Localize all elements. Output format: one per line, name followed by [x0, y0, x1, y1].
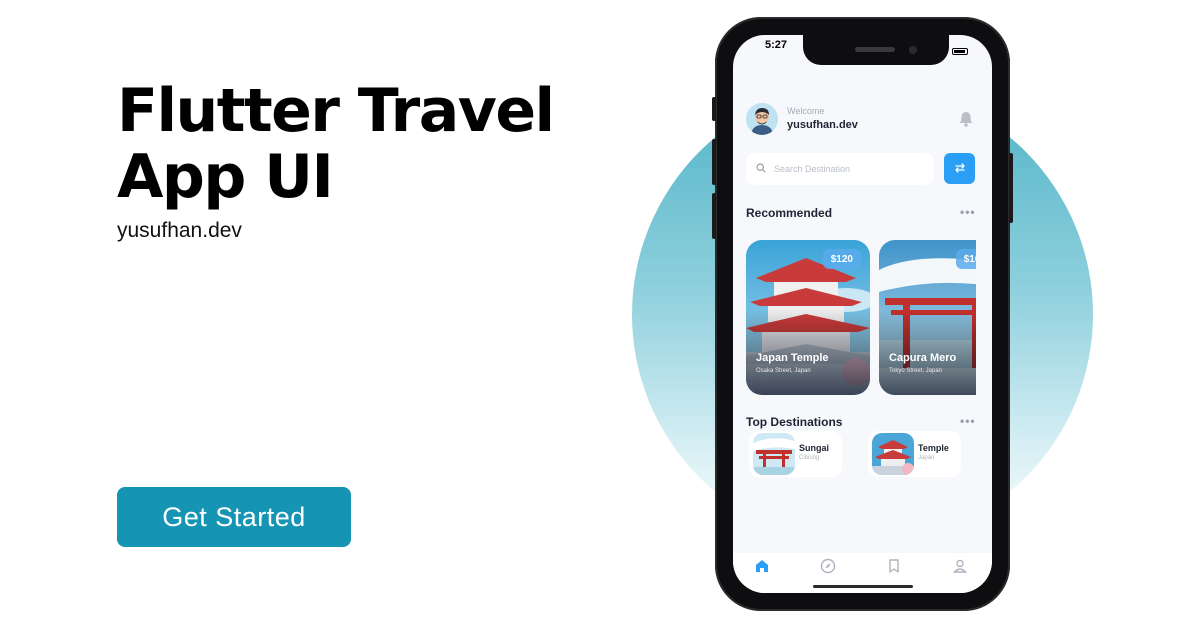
phone-mockup: 5:27 Welcome yusufhan.dev Search Destina… — [712, 17, 1013, 611]
card-title: Capura Mero — [889, 352, 957, 364]
home-icon[interactable] — [753, 557, 771, 575]
destination-subtitle: Japan — [918, 455, 935, 461]
phone-side-button — [712, 97, 716, 121]
profile-icon[interactable] — [951, 557, 969, 575]
search-icon — [756, 160, 766, 178]
destination-thumbnail — [753, 433, 795, 475]
bell-icon[interactable] — [959, 111, 973, 127]
bookmark-icon[interactable] — [885, 557, 903, 575]
recommended-more-button[interactable]: ••• — [960, 205, 976, 219]
destination-card[interactable]: $160 Capura Mero Tokyo Street, Japan — [879, 240, 976, 395]
top-destination-item[interactable]: Sungai Cibiung — [749, 431, 842, 477]
phone-volume-up — [712, 139, 716, 185]
front-camera — [909, 46, 917, 54]
price-badge: $160 — [955, 249, 976, 269]
get-started-button[interactable]: Get Started — [117, 487, 351, 547]
search-input[interactable] — [774, 164, 924, 174]
compass-icon[interactable] — [819, 557, 837, 575]
username: yusufhan.dev — [787, 119, 858, 131]
card-title: Japan Temple — [756, 352, 829, 364]
top-destination-item[interactable]: Temple Japan — [868, 431, 961, 477]
top-destinations-title: Top Destinations — [746, 415, 843, 429]
avatar[interactable] — [746, 103, 778, 135]
destination-name: Sungai — [799, 443, 830, 453]
destination-card[interactable]: $120 Japan Temple Osaka Street, Japan — [746, 240, 870, 395]
recommended-title: Recommended — [746, 206, 833, 220]
card-location: Tokyo Street, Japan — [889, 368, 943, 374]
card-location: Osaka Street, Japan — [756, 368, 811, 374]
search-bar[interactable] — [746, 153, 934, 185]
destination-subtitle: Cibiung — [799, 455, 820, 461]
phone-screen: 5:27 Welcome yusufhan.dev Search Destina… — [733, 35, 992, 593]
destination-name: Temple — [918, 443, 949, 453]
swap-arrows-icon — [954, 160, 966, 178]
filter-button[interactable] — [944, 153, 975, 184]
destination-thumbnail — [872, 433, 914, 475]
battery-icon — [952, 47, 968, 55]
promo-subtitle: yusufhan.dev — [117, 219, 242, 242]
promo-title: Flutter Travel App UI — [117, 76, 555, 212]
price-badge: $120 — [822, 249, 861, 269]
speaker — [855, 47, 895, 52]
phone-volume-down — [712, 193, 716, 239]
top-destinations-more-button[interactable]: ••• — [960, 414, 976, 428]
home-indicator — [813, 585, 913, 588]
recommended-carousel[interactable]: $120 Japan Temple Osaka Street, Japan $1… — [746, 240, 976, 396]
status-time: 5:27 — [765, 39, 788, 51]
welcome-label: Welcome — [787, 106, 825, 116]
notch — [803, 35, 949, 65]
phone-power-button — [1009, 153, 1013, 223]
